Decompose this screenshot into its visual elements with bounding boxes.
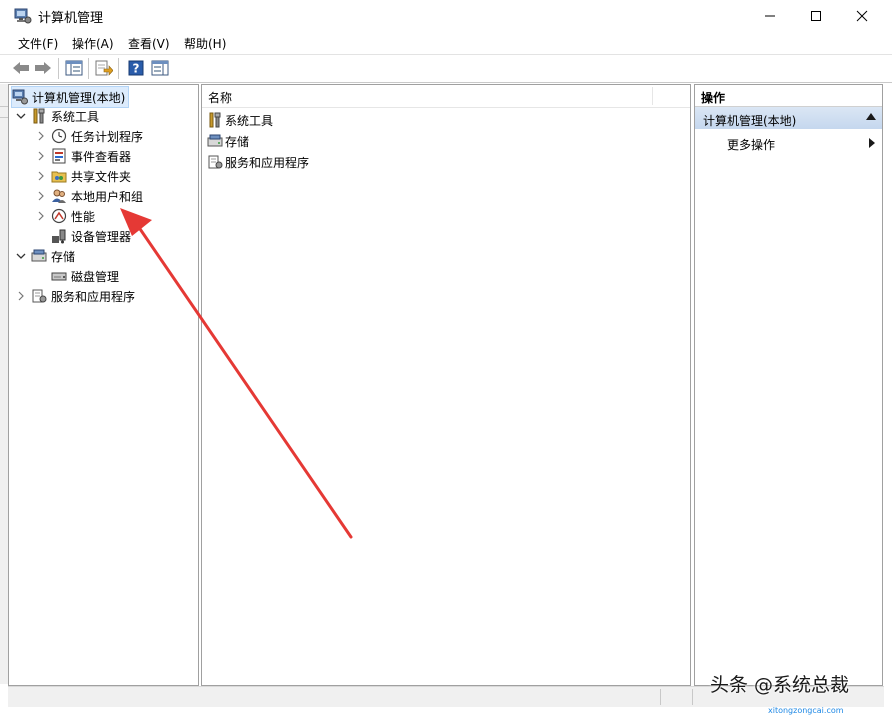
tree-item-system-tools[interactable]: 系统工具 <box>15 106 99 126</box>
clock-icon <box>51 128 67 144</box>
minimize-button[interactable] <box>747 0 793 32</box>
column-header: 名称 <box>202 85 690 108</box>
help-icon[interactable]: ? <box>126 58 146 78</box>
menu-file[interactable]: 文件(F) <box>18 35 58 52</box>
chevron-right-icon[interactable] <box>35 170 47 182</box>
menu-help[interactable]: 帮助(H) <box>184 35 226 52</box>
svg-text:?: ? <box>133 62 140 76</box>
event-viewer-icon <box>51 148 67 164</box>
back-arrow-icon[interactable] <box>11 58 31 78</box>
actions-pane: 操作 计算机管理(本地) 更多操作 <box>694 84 883 686</box>
users-icon <box>51 188 67 204</box>
watermark-url: xitongzongcai.com <box>768 706 844 715</box>
console-tree-icon[interactable] <box>64 58 84 78</box>
close-button[interactable] <box>839 0 885 32</box>
menu-bar: 文件(F) 操作(A) 查看(V) 帮助(H) <box>0 32 892 55</box>
action-pane-icon[interactable] <box>150 58 170 78</box>
chevron-right-icon[interactable] <box>35 130 47 142</box>
services-icon <box>207 154 223 170</box>
forward-arrow-icon[interactable] <box>33 58 53 78</box>
export-list-icon[interactable] <box>94 58 114 78</box>
watermark: 头条 @系统总裁 xitongzongcai.com <box>708 670 892 715</box>
tree-item-event-viewer[interactable]: 事件查看器 <box>35 146 131 166</box>
tree-item-services-apps[interactable]: 服务和应用程序 <box>15 286 135 306</box>
storage-icon <box>207 133 223 149</box>
shared-folder-icon <box>51 168 67 184</box>
tree-item-disk-management[interactable]: 磁盘管理 <box>51 266 119 286</box>
details-pane: 名称 系统工具 存储 服务和应用程序 <box>201 84 691 686</box>
title-bar: 计算机管理 <box>0 0 892 32</box>
tree-item-task-scheduler[interactable]: 任务计划程序 <box>35 126 143 146</box>
tree-item-storage[interactable]: 存储 <box>15 246 75 266</box>
chevron-right-icon[interactable] <box>35 150 47 162</box>
column-name-header[interactable]: 名称 <box>208 89 232 106</box>
computer-management-icon <box>14 7 32 25</box>
tools-icon <box>31 108 47 124</box>
chevron-down-icon[interactable] <box>15 110 27 122</box>
list-item-services-apps[interactable]: 服务和应用程序 <box>207 152 309 172</box>
tools-icon <box>207 112 223 128</box>
maximize-button[interactable] <box>793 0 839 32</box>
watermark-text: 头条 @系统总裁 <box>710 674 850 696</box>
list-item-system-tools[interactable]: 系统工具 <box>207 110 273 130</box>
menu-action[interactable]: 操作(A) <box>72 35 114 52</box>
chevron-right-icon[interactable] <box>35 190 47 202</box>
computer-management-icon <box>12 89 28 105</box>
chevron-right-icon[interactable] <box>15 290 27 302</box>
toolbar: ? <box>0 55 892 83</box>
chevron-right-icon[interactable] <box>35 210 47 222</box>
computer-management-window: 计算机管理 文件(F) 操作(A) 查看(V) 帮助(H) ? 计算机管理(本地… <box>0 0 892 715</box>
console-tree-pane: 计算机管理(本地) 系统工具 任务计划程序 事件查看器 共享文件夹 本地用户和组… <box>8 84 199 686</box>
more-actions-item[interactable]: 更多操作 <box>695 133 882 153</box>
performance-icon <box>51 208 67 224</box>
actions-section-computer-management[interactable]: 计算机管理(本地) <box>695 107 882 129</box>
tree-item-device-manager[interactable]: 设备管理器 <box>51 226 131 246</box>
tree-item-computer-management[interactable]: 计算机管理(本地) <box>11 86 130 108</box>
tree-item-performance[interactable]: 性能 <box>35 206 95 226</box>
tree-item-shared-folders[interactable]: 共享文件夹 <box>35 166 131 186</box>
window-title: 计算机管理 <box>38 11 104 26</box>
submenu-arrow-icon <box>869 138 875 148</box>
list-item-storage[interactable]: 存储 <box>207 131 249 151</box>
collapse-triangle-icon[interactable] <box>866 113 876 120</box>
tree-item-local-users-groups[interactable]: 本地用户和组 <box>35 186 143 206</box>
device-manager-icon <box>51 228 67 244</box>
chevron-down-icon[interactable] <box>15 250 27 262</box>
menu-view[interactable]: 查看(V) <box>128 35 170 52</box>
storage-icon <box>31 248 47 264</box>
disk-icon <box>51 268 67 284</box>
services-icon <box>31 288 47 304</box>
actions-header: 操作 <box>695 85 882 107</box>
